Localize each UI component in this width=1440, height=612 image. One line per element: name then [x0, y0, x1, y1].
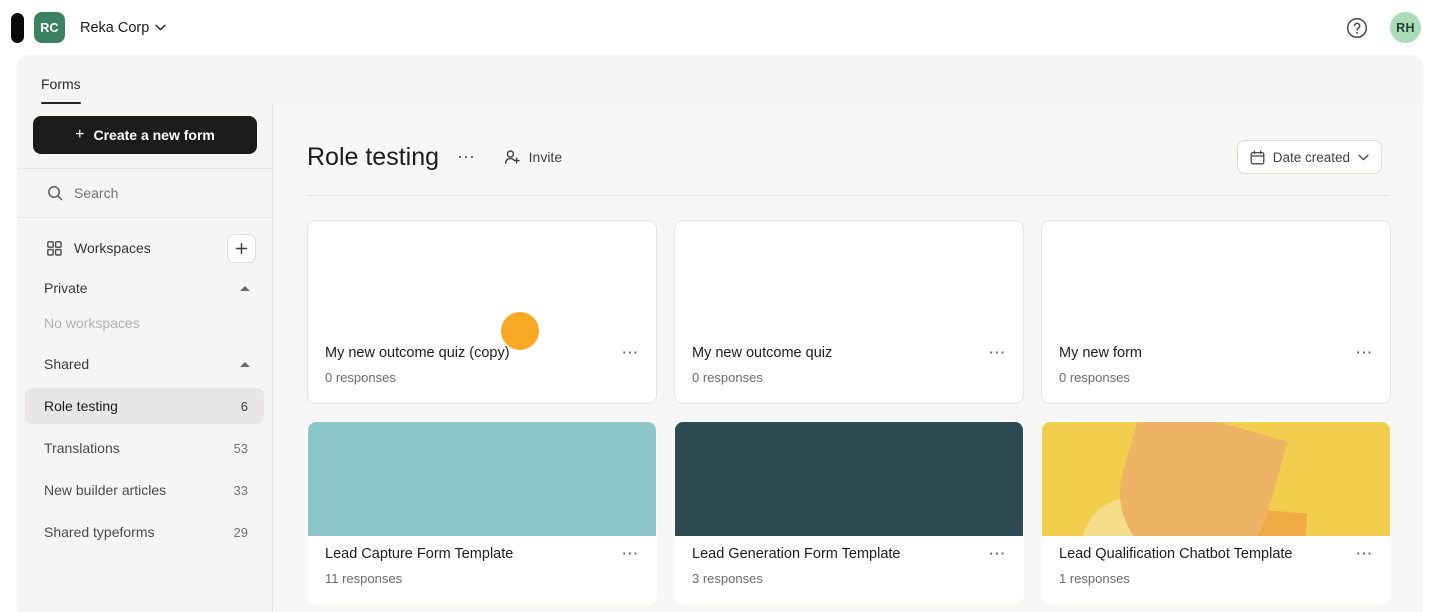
sidebar-item-translations[interactable]: Translations 53	[25, 430, 264, 466]
form-title: My new outcome quiz (copy)	[325, 345, 510, 361]
chevron-down-icon	[155, 24, 167, 31]
thumbnail-halfcircle-shape	[1102, 422, 1288, 536]
org-name-label: Reka Corp	[80, 19, 150, 36]
form-thumbnail	[308, 422, 656, 536]
form-menu-button[interactable]: ⋯	[1347, 545, 1374, 562]
form-thumbnail	[1042, 422, 1390, 536]
sidebar-item-shared-typeforms[interactable]: Shared typeforms 29	[25, 514, 264, 550]
org-switcher[interactable]: Reka Corp	[80, 19, 167, 36]
form-title: Lead Qualification Chatbot Template	[1059, 546, 1293, 562]
form-thumbnail	[675, 221, 1023, 335]
plus-icon: +	[75, 126, 85, 143]
search-icon	[48, 186, 63, 201]
org-badge: RC	[34, 12, 65, 43]
help-circle-icon[interactable]	[1346, 17, 1368, 39]
form-menu-button[interactable]: ⋯	[613, 344, 640, 361]
form-title: Lead Generation Form Template	[692, 546, 901, 562]
sidebar-item-count: 6	[240, 398, 248, 414]
form-response-count: 1 responses	[1059, 571, 1130, 586]
sidebar-item-new-builder-articles[interactable]: New builder articles 33	[25, 472, 264, 508]
sidebar-item-label: New builder articles	[44, 482, 167, 498]
workspaces-header: Workspaces	[17, 226, 272, 270]
person-add-icon	[504, 149, 520, 164]
caret-up-icon	[240, 285, 250, 291]
avatar[interactable]: RH	[1390, 12, 1421, 43]
form-title: My new form	[1059, 345, 1142, 361]
main-content: Role testing ⋯ Invite Date created My ne…	[273, 104, 1423, 612]
chevron-down-icon	[1358, 154, 1369, 160]
form-response-count: 0 responses	[692, 370, 763, 385]
sidebar-item-label: Role testing	[44, 398, 118, 414]
form-response-count: 0 responses	[1059, 370, 1130, 385]
sidebar-group-private[interactable]: Private	[17, 270, 272, 306]
form-menu-button[interactable]: ⋯	[980, 545, 1007, 562]
tab-forms[interactable]: Forms	[33, 76, 89, 104]
form-thumbnail	[308, 221, 656, 335]
caret-up-icon	[240, 361, 250, 367]
plus-icon	[235, 242, 248, 254]
form-menu-button[interactable]: ⋯	[980, 344, 1007, 361]
create-new-form-button[interactable]: + Create a new form	[33, 116, 257, 154]
sidebar-item-label: Shared typeforms	[44, 524, 155, 540]
tab-strip: Forms	[17, 55, 1423, 104]
sidebar-create-section: + Create a new form	[17, 104, 272, 169]
sidebar-search-section: Search	[17, 169, 272, 218]
top-bar: RC Reka Corp RH	[0, 0, 1440, 55]
brand-area: RC Reka Corp	[0, 12, 167, 43]
form-card[interactable]: My new outcome quiz ⋯ 0 responses	[674, 220, 1024, 404]
form-card[interactable]: Lead Generation Form Template ⋯ 3 respon…	[674, 421, 1024, 605]
form-response-count: 0 responses	[325, 370, 396, 385]
form-response-count: 11 responses	[325, 571, 403, 586]
grid-icon	[47, 240, 62, 256]
sidebar-group-shared-label: Shared	[44, 356, 90, 372]
workspace-header: Role testing ⋯ Invite Date created	[273, 104, 1423, 174]
form-response-count: 3 responses	[692, 571, 763, 586]
page-title: Role testing	[307, 142, 440, 171]
add-workspace-button[interactable]	[227, 233, 256, 263]
top-bar-actions: RH	[1346, 12, 1440, 43]
form-card[interactable]: Lead Qualification Chatbot Template ⋯ 1 …	[1041, 421, 1391, 605]
sidebar-item-count: 33	[233, 482, 248, 498]
create-new-form-label: Create a new form	[93, 127, 215, 143]
private-empty-note: No workspaces	[44, 315, 140, 331]
sidebar-group-shared[interactable]: Shared	[17, 346, 272, 382]
form-thumbnail	[1042, 221, 1390, 335]
sidebar-item-label: Translations	[44, 440, 120, 456]
sidebar-item-count: 53	[233, 440, 248, 456]
sidebar-workspaces-section: Workspaces Private No workspaces Shared …	[17, 226, 272, 550]
form-thumbnail	[675, 422, 1023, 536]
workspaces-label: Workspaces	[74, 240, 151, 256]
calendar-icon	[1250, 150, 1265, 164]
invite-button[interactable]: Invite	[504, 149, 562, 166]
app-logo-icon	[11, 12, 24, 43]
search-input[interactable]: Search	[17, 169, 272, 217]
form-title: My new outcome quiz	[692, 345, 833, 361]
workspace-menu-button[interactable]: ⋯	[457, 148, 477, 166]
form-card[interactable]: Lead Capture Form Template ⋯ 11 response…	[307, 421, 657, 605]
search-placeholder: Search	[74, 185, 119, 201]
form-card[interactable]: My new form ⋯ 0 responses	[1041, 220, 1391, 404]
sidebar: + Create a new form Search Workspaces Pr…	[17, 104, 273, 612]
form-title: Lead Capture Form Template	[325, 546, 514, 562]
sort-label: Date created	[1272, 149, 1350, 165]
forms-grid: My new outcome quiz (copy) ⋯ 0 responses…	[273, 196, 1423, 605]
sort-dropdown[interactable]: Date created	[1236, 140, 1382, 174]
sidebar-group-private-label: Private	[44, 280, 88, 296]
form-menu-button[interactable]: ⋯	[613, 545, 640, 562]
sidebar-item-role-testing[interactable]: Role testing 6	[25, 388, 264, 424]
invite-label: Invite	[528, 149, 563, 165]
form-menu-button[interactable]: ⋯	[1347, 344, 1374, 361]
form-card[interactable]: My new outcome quiz (copy) ⋯ 0 responses	[307, 220, 657, 404]
sidebar-item-count: 29	[233, 524, 248, 540]
